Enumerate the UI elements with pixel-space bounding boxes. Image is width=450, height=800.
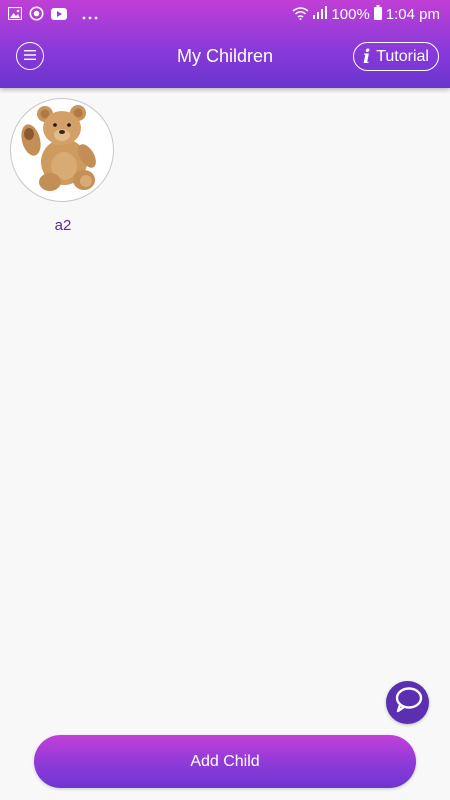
status-bar: 100% 1:04 pm [0,0,450,30]
app-root: 100% 1:04 pm My Children i Tutorial a2 A… [0,0,450,800]
more-dots-icon [82,7,98,24]
battery-level: 100% [331,6,370,23]
status-system-icons: 100% 1:04 pm [292,5,440,25]
battery-icon [373,5,382,25]
child-card[interactable]: a2 [10,98,116,234]
signal-icon [313,6,328,24]
wifi-icon [292,6,309,25]
clock: 1:04 pm [385,6,440,23]
app-bar: My Children i Tutorial [0,30,450,88]
status-notification-icons [7,6,98,25]
header: 100% 1:04 pm My Children i Tutorial [0,0,450,88]
tutorial-button[interactable]: i Tutorial [353,42,439,71]
chat-icon [393,686,423,719]
chat-button[interactable] [386,681,429,724]
sync-icon [29,6,44,25]
youtube-icon [51,7,67,24]
child-name: a2 [54,217,72,234]
info-icon: i [363,45,371,68]
child-avatar[interactable] [10,98,114,202]
tutorial-label: Tutorial [376,47,429,65]
teddy-bear-icon [14,100,110,201]
image-icon [7,6,23,24]
add-child-button[interactable]: Add Child [34,735,416,788]
